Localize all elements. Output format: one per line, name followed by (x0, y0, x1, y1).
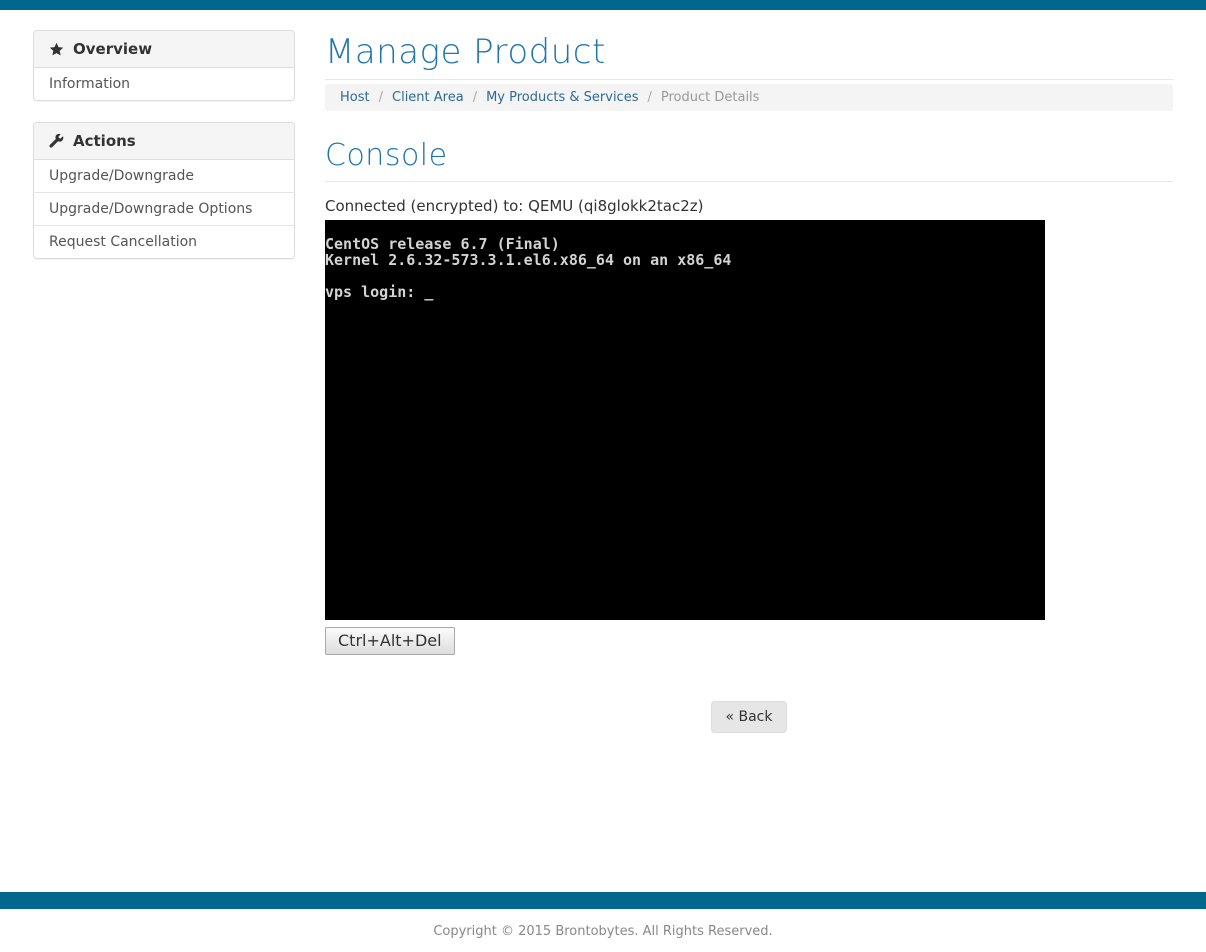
star-icon (49, 42, 64, 57)
page-title: Manage Product (325, 32, 606, 72)
overview-panel: Overview Information (33, 30, 295, 101)
breadcrumb-separator: / (378, 90, 383, 105)
breadcrumb-link-host[interactable]: Host (340, 90, 370, 105)
actions-panel-header: Actions (34, 123, 294, 160)
actions-panel-title: Actions (73, 132, 136, 150)
overview-panel-header: Overview (34, 31, 294, 68)
breadcrumb-link-my-products-services[interactable]: My Products & Services (486, 90, 638, 105)
footer-accent-bar (0, 892, 1206, 909)
back-button-row: « Back (325, 701, 1173, 733)
breadcrumb-link-client-area[interactable]: Client Area (392, 90, 464, 105)
sidebar: Overview Information Actions Upgrade/Dow… (33, 30, 295, 280)
breadcrumb-separator: / (472, 90, 478, 105)
back-button[interactable]: « Back (711, 701, 787, 733)
console-divider (325, 181, 1173, 182)
breadcrumb-separator: / (647, 90, 652, 105)
sidebar-item-information[interactable]: Information (34, 68, 294, 100)
footer-copyright: Copyright © 2015 Brontobytes. All Rights… (433, 924, 773, 939)
overview-panel-title: Overview (73, 40, 153, 58)
title-divider (325, 79, 1173, 80)
sidebar-item-upgrade-downgrade[interactable]: Upgrade/Downgrade (34, 160, 294, 193)
console-section-title: Console (325, 138, 448, 173)
main-content: Manage Product Host / Client Area / My P… (325, 30, 1173, 892)
actions-panel: Actions Upgrade/Downgrade Upgrade/Downgr… (33, 122, 295, 259)
wrench-icon (49, 133, 64, 149)
ctrl-alt-del-button[interactable]: Ctrl+Alt+Del (325, 627, 455, 655)
console-line: CentOS release 6.7 (Final) (325, 235, 560, 253)
console-connection-status: Connected (encrypted) to: QEMU (qi8glokk… (325, 197, 704, 215)
console-line: Kernel 2.6.32-573.3.1.el6.x86_64 on an x… (325, 251, 732, 269)
breadcrumb-current-product-details: Product Details (660, 90, 760, 105)
vnc-console-screen[interactable]: CentOS release 6.7 (Final) Kernel 2.6.32… (325, 220, 1045, 620)
sidebar-item-request-cancellation[interactable]: Request Cancellation (34, 226, 294, 258)
top-accent-bar (0, 0, 1206, 10)
console-line: vps login: _ (325, 283, 434, 301)
page-container: Overview Information Actions Upgrade/Dow… (18, 30, 1188, 892)
breadcrumb: Host / Client Area / My Products & Servi… (325, 84, 1173, 111)
sidebar-item-upgrade-downgrade-options[interactable]: Upgrade/Downgrade Options (34, 193, 294, 226)
